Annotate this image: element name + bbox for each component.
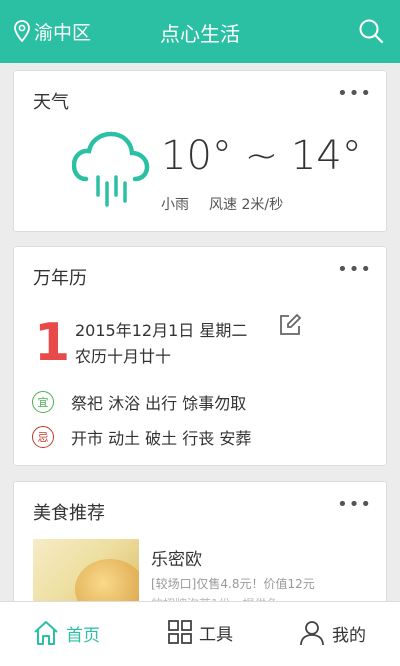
weather-condition: 小雨 <box>161 197 189 213</box>
weather-card[interactable]: 天气 ••• 10° ~ 14° 小雨 风速 2米/秒 <box>13 70 387 232</box>
inauspicious-activities: 开市 动土 破土 行丧 安葬 <box>71 429 252 448</box>
gregorian-date: 2015年12月1日 星期二 <box>75 321 248 340</box>
lunar-date: 农历十月廿十 <box>75 347 172 366</box>
tab-tools[interactable]: 工具 <box>167 619 233 645</box>
more-icon[interactable]: ••• <box>337 496 372 514</box>
app-header: 渝中区 点心生活 <box>0 0 400 63</box>
tab-home[interactable]: 首页 <box>32 619 100 647</box>
auspicious-activities: 祭祀 沐浴 出行 馀事勿取 <box>71 394 247 413</box>
food-card-title: 美食推荐 <box>33 503 105 524</box>
day-number: 1 <box>34 313 71 373</box>
inauspicious-row: 忌 开市 动土 破土 行丧 安葬 <box>32 425 251 449</box>
almanac-card[interactable]: 万年历 ••• 1 2015年12月1日 星期二 农历十月廿十 宜 祭祀 沐浴 … <box>13 246 387 466</box>
food-item-description: [较场口]仅售4.8元！价值12元 <box>151 577 315 591</box>
more-icon[interactable]: ••• <box>337 85 372 103</box>
inauspicious-badge: 忌 <box>32 426 54 448</box>
tab-tools-label: 工具 <box>199 624 233 645</box>
almanac-card-title: 万年历 <box>33 268 87 289</box>
page-title: 点心生活 <box>160 22 240 46</box>
tab-me-label: 我的 <box>332 625 366 646</box>
auspicious-row: 宜 祭祀 沐浴 出行 馀事勿取 <box>32 390 246 414</box>
bottom-tab-bar: 首页 工具 我的 <box>0 601 400 666</box>
auspicious-badge: 宜 <box>32 391 54 413</box>
grid-icon <box>168 620 192 644</box>
more-icon[interactable]: ••• <box>337 261 372 279</box>
temperature-range: 10° ~ 14° <box>161 133 362 179</box>
tab-me[interactable]: 我的 <box>298 619 366 647</box>
edit-icon[interactable] <box>278 313 302 337</box>
wind-speed: 风速 2米/秒 <box>209 197 284 213</box>
tab-home-label: 首页 <box>66 625 100 646</box>
weather-card-title: 天气 <box>33 92 69 113</box>
rain-cloud-icon <box>72 131 150 207</box>
home-icon <box>34 621 58 645</box>
search-icon[interactable] <box>358 18 384 44</box>
food-item-name[interactable]: 乐密欧 <box>151 545 202 570</box>
user-icon <box>300 621 324 646</box>
